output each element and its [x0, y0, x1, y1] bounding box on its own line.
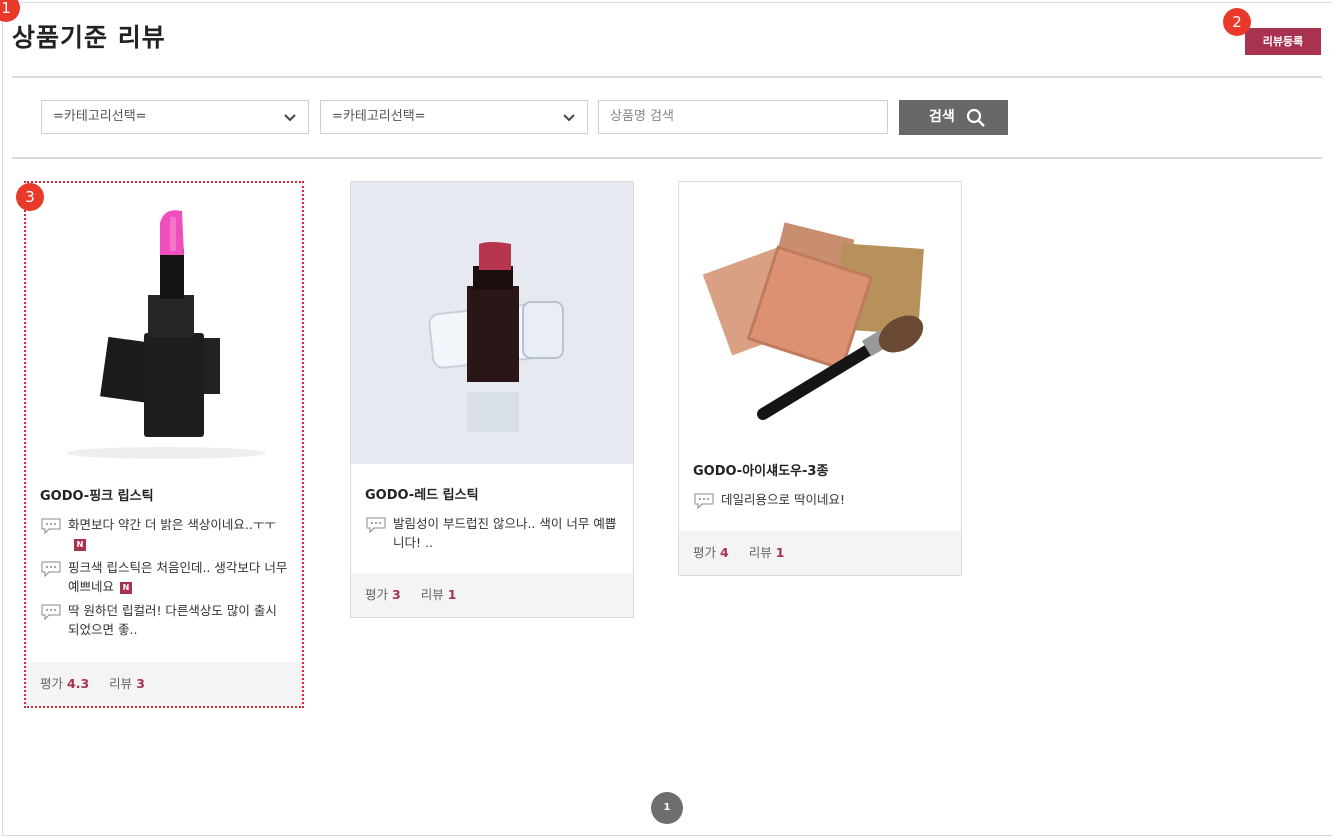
review-count: 1: [775, 545, 785, 560]
callout-marker-2: 2: [1223, 8, 1251, 36]
product-search-input[interactable]: 상품명 검색: [598, 100, 888, 134]
speech-bubble-icon: [694, 493, 714, 510]
pagination-page-1[interactable]: 1: [651, 792, 683, 824]
category-select-1-value: =카테고리선택=: [53, 109, 147, 124]
product-image[interactable]: [679, 182, 961, 440]
card-footer: 평가 4 리뷰 1: [679, 531, 961, 575]
register-review-button[interactable]: 리뷰등록: [1245, 28, 1321, 55]
review-item[interactable]: 화면보다 약간 더 밝은 색상이네요..ㅜㅜ N: [40, 515, 288, 553]
review-text: 핑크색 립스틱은 처음인데.. 생각보다 너무 예쁘네요: [68, 560, 288, 594]
rating-value: 3: [392, 587, 401, 602]
rating-value: 4: [720, 545, 729, 560]
review-count-label: 리뷰: [109, 676, 133, 691]
divider: [12, 76, 1322, 78]
speech-bubble-icon: [41, 518, 61, 535]
review-list: 화면보다 약간 더 밝은 색상이네요..ㅜㅜ N 핑크색 립스틱은 처음인데.. …: [40, 515, 288, 644]
new-badge: N: [74, 538, 86, 551]
review-count: 1: [447, 587, 457, 602]
speech-bubble-icon: [366, 517, 386, 534]
product-image[interactable]: [351, 182, 633, 464]
review-list: 발림성이 부드럽진 않으나.. 색이 너무 예쁩니다! ..: [365, 514, 619, 557]
page-title: 상품기준 리뷰: [12, 23, 166, 52]
eyeshadow-image: [702, 222, 924, 420]
pink-lipstick-image: [66, 210, 266, 459]
search-icon: [966, 108, 985, 127]
product-name[interactable]: GODO-아이섀도우-3종: [693, 460, 828, 479]
product-review-card[interactable]: GODO-아이섀도우-3종 데일리용으로 딱이네요! 평가 4 리뷰 1: [678, 181, 962, 576]
review-item[interactable]: 딱 원하던 립컬러! 다른색상도 많이 출시되었으면 좋..: [40, 601, 288, 639]
speech-bubble-icon: [41, 604, 61, 621]
category-select-2-value: =카테고리선택=: [332, 109, 426, 124]
rating-label: 평가: [693, 545, 717, 560]
review-list: 데일리용으로 딱이네요!: [693, 490, 947, 514]
divider: [12, 157, 1322, 159]
review-item[interactable]: 핑크색 립스틱은 처음인데.. 생각보다 너무 예쁘네요 N: [40, 558, 288, 596]
product-search-placeholder: 상품명 검색: [610, 109, 674, 124]
rating-value: 4.3: [67, 676, 90, 691]
review-text: 데일리용으로 딱이네요!: [721, 492, 845, 507]
speech-bubble-icon: [41, 561, 61, 578]
chevron-down-icon: [563, 114, 575, 122]
rating-label: 평가: [365, 587, 389, 602]
category-select-2[interactable]: =카테고리선택=: [320, 100, 588, 134]
review-item[interactable]: 데일리용으로 딱이네요!: [693, 490, 947, 510]
search-button-label: 검색: [929, 109, 955, 125]
new-badge: N: [120, 581, 133, 594]
review-count-label: 리뷰: [748, 545, 772, 560]
product-name[interactable]: GODO-핑크 립스틱: [40, 485, 154, 504]
callout-marker-3: 3: [16, 183, 44, 211]
chevron-down-icon: [284, 114, 296, 122]
product-image[interactable]: [26, 183, 302, 465]
product-review-card[interactable]: GODO-레드 립스틱 발림성이 부드럽진 않으나.. 색이 너무 예쁩니다! …: [350, 181, 634, 618]
red-lipstick-image: [428, 242, 564, 432]
category-select-1[interactable]: =카테고리선택=: [41, 100, 309, 134]
review-item[interactable]: 발림성이 부드럽진 않으나.. 색이 너무 예쁩니다! ..: [365, 514, 619, 552]
review-count: 3: [136, 676, 145, 691]
card-footer: 평가 4.3 리뷰 3: [26, 662, 302, 706]
product-review-card[interactable]: 3 GODO-핑크 립스틱 화면보다 약간 더 밝은 색상이네요..ㅜㅜ N 핑크…: [16, 181, 304, 708]
review-text: 화면보다 약간 더 밝은 색상이네요..ㅜㅜ: [68, 517, 276, 532]
search-button[interactable]: 검색: [899, 100, 1008, 135]
card-footer: 평가 3 리뷰 1: [351, 573, 633, 617]
rating-label: 평가: [40, 676, 64, 691]
review-text: 발림성이 부드럽진 않으나.. 색이 너무 예쁩니다! ..: [393, 516, 617, 550]
review-text: 딱 원하던 립컬러! 다른색상도 많이 출시되었으면 좋..: [68, 603, 277, 637]
product-name[interactable]: GODO-레드 립스틱: [365, 484, 479, 503]
review-count-label: 리뷰: [420, 587, 444, 602]
